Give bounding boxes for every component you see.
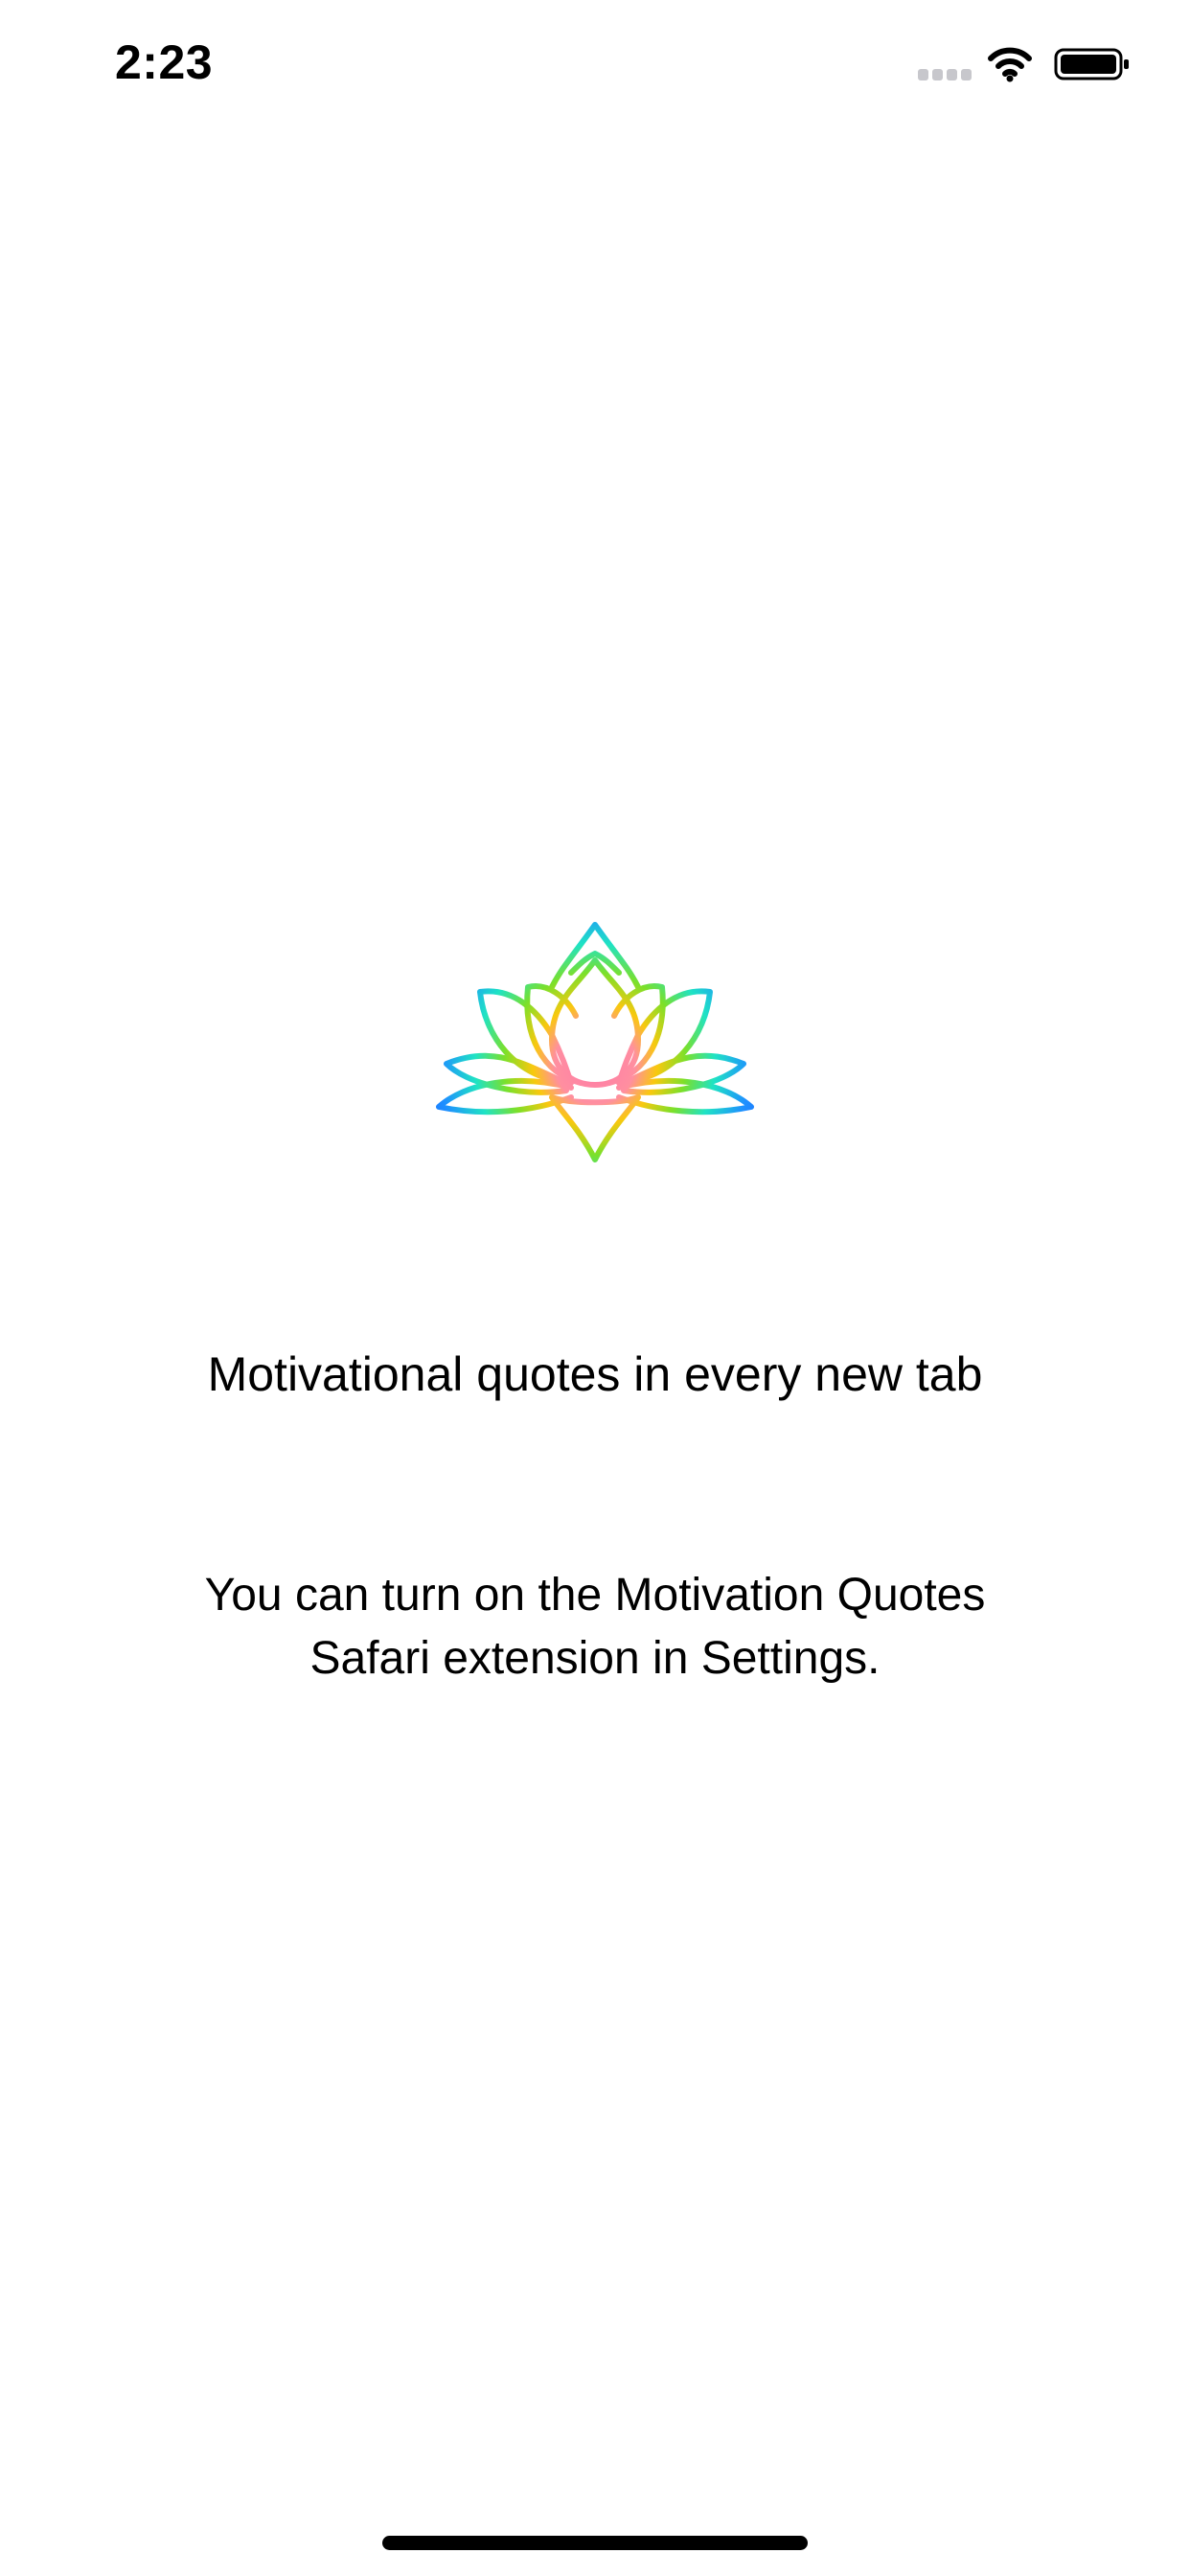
- headline: Motivational quotes in every new tab: [207, 1347, 983, 1401]
- status-bar: 2:23: [0, 0, 1190, 126]
- battery-icon: [1054, 48, 1129, 80]
- signal-icon: [918, 69, 972, 80]
- home-indicator[interactable]: [382, 2536, 808, 2550]
- wifi-icon: [988, 47, 1032, 82]
- status-time: 2:23: [115, 35, 214, 89]
- instructions-text: You can turn on the Motivation Quotes Sa…: [204, 1570, 986, 1684]
- lotus-logo-icon: [436, 922, 754, 1162]
